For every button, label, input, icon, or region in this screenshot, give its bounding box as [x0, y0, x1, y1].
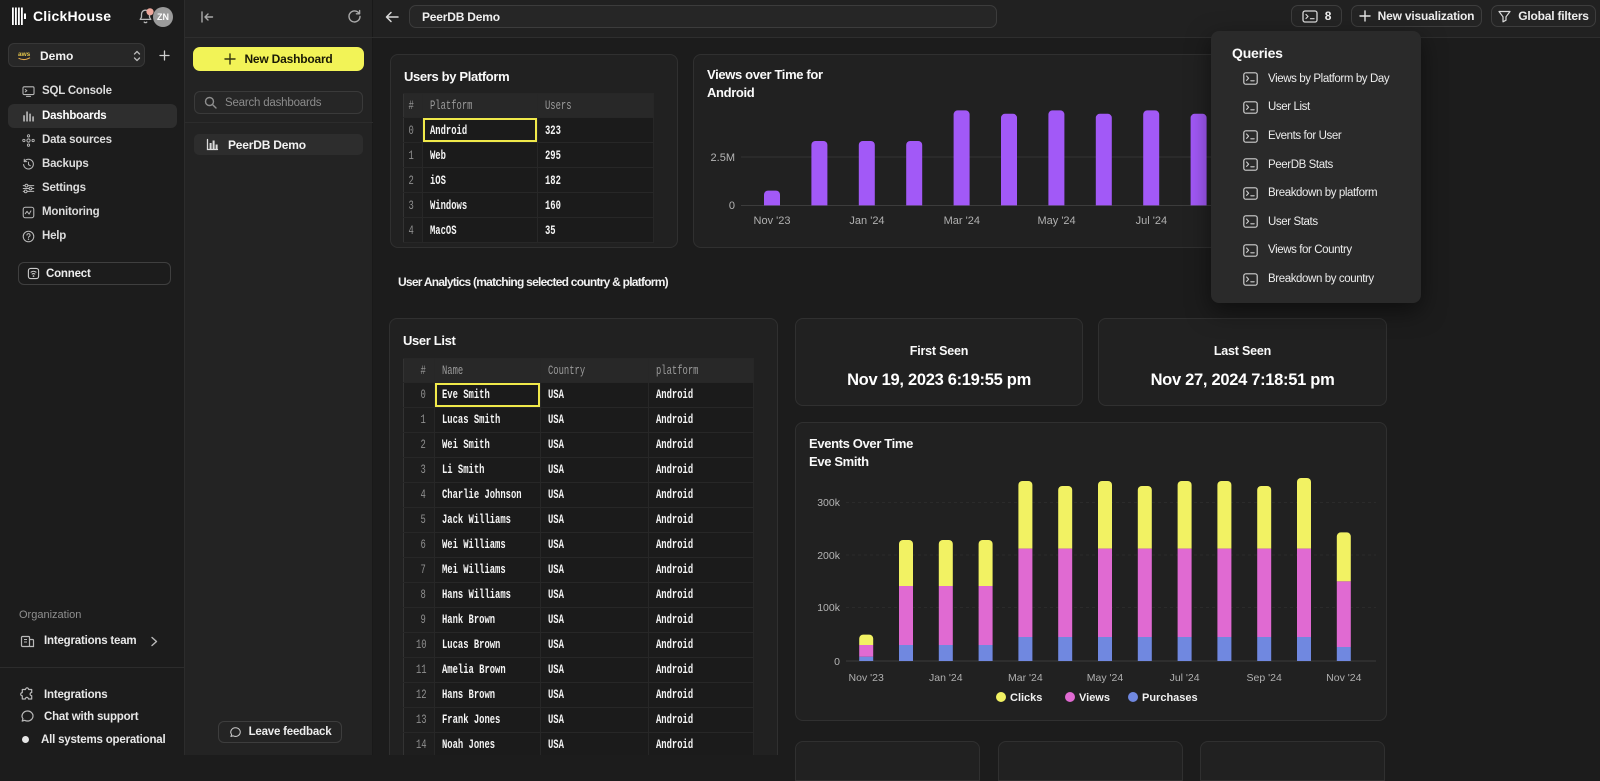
svg-text:Jul '24: Jul '24	[1170, 672, 1200, 684]
svg-text:Nov '23: Nov '23	[849, 672, 884, 684]
svg-text:Jul '24: Jul '24	[1136, 215, 1167, 227]
svg-text:Purchases: Purchases	[1142, 692, 1198, 704]
svg-text:Jan '24: Jan '24	[929, 672, 963, 684]
svg-text:Nov '23: Nov '23	[754, 215, 791, 227]
svg-text:Jan '24: Jan '24	[849, 215, 884, 227]
svg-text:Sep '24: Sep '24	[1247, 672, 1282, 684]
svg-text:200k: 200k	[817, 550, 841, 562]
svg-text:May '24: May '24	[1087, 672, 1124, 684]
svg-text:300k: 300k	[817, 497, 841, 509]
svg-text:100k: 100k	[817, 602, 841, 614]
svg-text:Clicks: Clicks	[1010, 692, 1042, 704]
svg-text:Nov '24: Nov '24	[1326, 672, 1361, 684]
svg-text:May '24: May '24	[1038, 215, 1076, 227]
svg-text:Mar '24: Mar '24	[1008, 672, 1043, 684]
svg-text:aws: aws	[18, 51, 31, 58]
svg-text:2.5M: 2.5M	[711, 152, 735, 164]
svg-text:0: 0	[834, 656, 840, 668]
svg-text:0: 0	[729, 200, 735, 212]
svg-text:Views: Views	[1079, 692, 1110, 704]
svg-text:Mar '24: Mar '24	[944, 215, 980, 227]
